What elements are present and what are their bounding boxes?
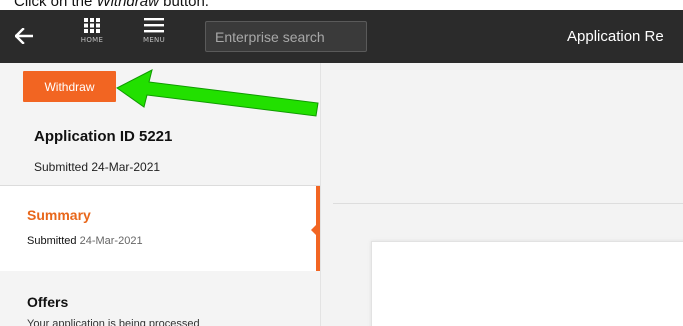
active-item-notch	[311, 225, 316, 235]
back-arrow-icon	[15, 28, 33, 44]
withdraw-button[interactable]: Withdraw	[23, 71, 116, 102]
screen: Click on the Withdraw button. HOME MENU	[0, 0, 683, 326]
sidebar-item-offers-meta: Your application is being processed	[27, 318, 200, 326]
instruction-suffix: button.	[158, 0, 209, 10]
content-divider	[333, 203, 683, 204]
sidebar-item-summary-meta: Submitted 24-Mar-2021	[27, 235, 143, 247]
sidebar-item-offers-title: Offers	[27, 294, 69, 310]
home-label: HOME	[80, 36, 104, 44]
home-button[interactable]: HOME	[70, 18, 114, 58]
menu-button[interactable]: MENU	[132, 18, 176, 58]
application-id-heading: Application ID 5221	[34, 128, 173, 145]
sidebar-item-summary-title: Summary	[27, 207, 91, 223]
sidebar-item-summary[interactable]: Summary Submitted 24-Mar-2021	[0, 186, 316, 271]
page-title: Application Re	[567, 28, 664, 45]
summary-meta-prefix: Submitted	[27, 235, 77, 247]
back-button[interactable]	[12, 24, 36, 48]
menu-icon	[144, 18, 164, 33]
top-navigation-bar: HOME MENU Application Re	[0, 10, 683, 63]
application-submitted-date: Submitted 24-Mar-2021	[34, 160, 161, 174]
content-card	[371, 241, 683, 326]
main-content	[321, 63, 683, 326]
home-grid-icon	[84, 18, 100, 33]
enterprise-search-input[interactable]	[205, 21, 367, 52]
application-sidebar: Withdraw Application ID 5221 Submitted 2…	[0, 63, 320, 326]
instruction-target: Withdraw	[96, 0, 159, 10]
instruction-prefix: Click on the	[14, 0, 97, 10]
sidebar-item-offers[interactable]: Offers Your application is being process…	[0, 271, 316, 326]
instruction-text: Click on the Withdraw button.	[0, 0, 683, 10]
menu-label: MENU	[142, 36, 166, 44]
summary-meta-date: 24-Mar-2021	[79, 235, 143, 247]
